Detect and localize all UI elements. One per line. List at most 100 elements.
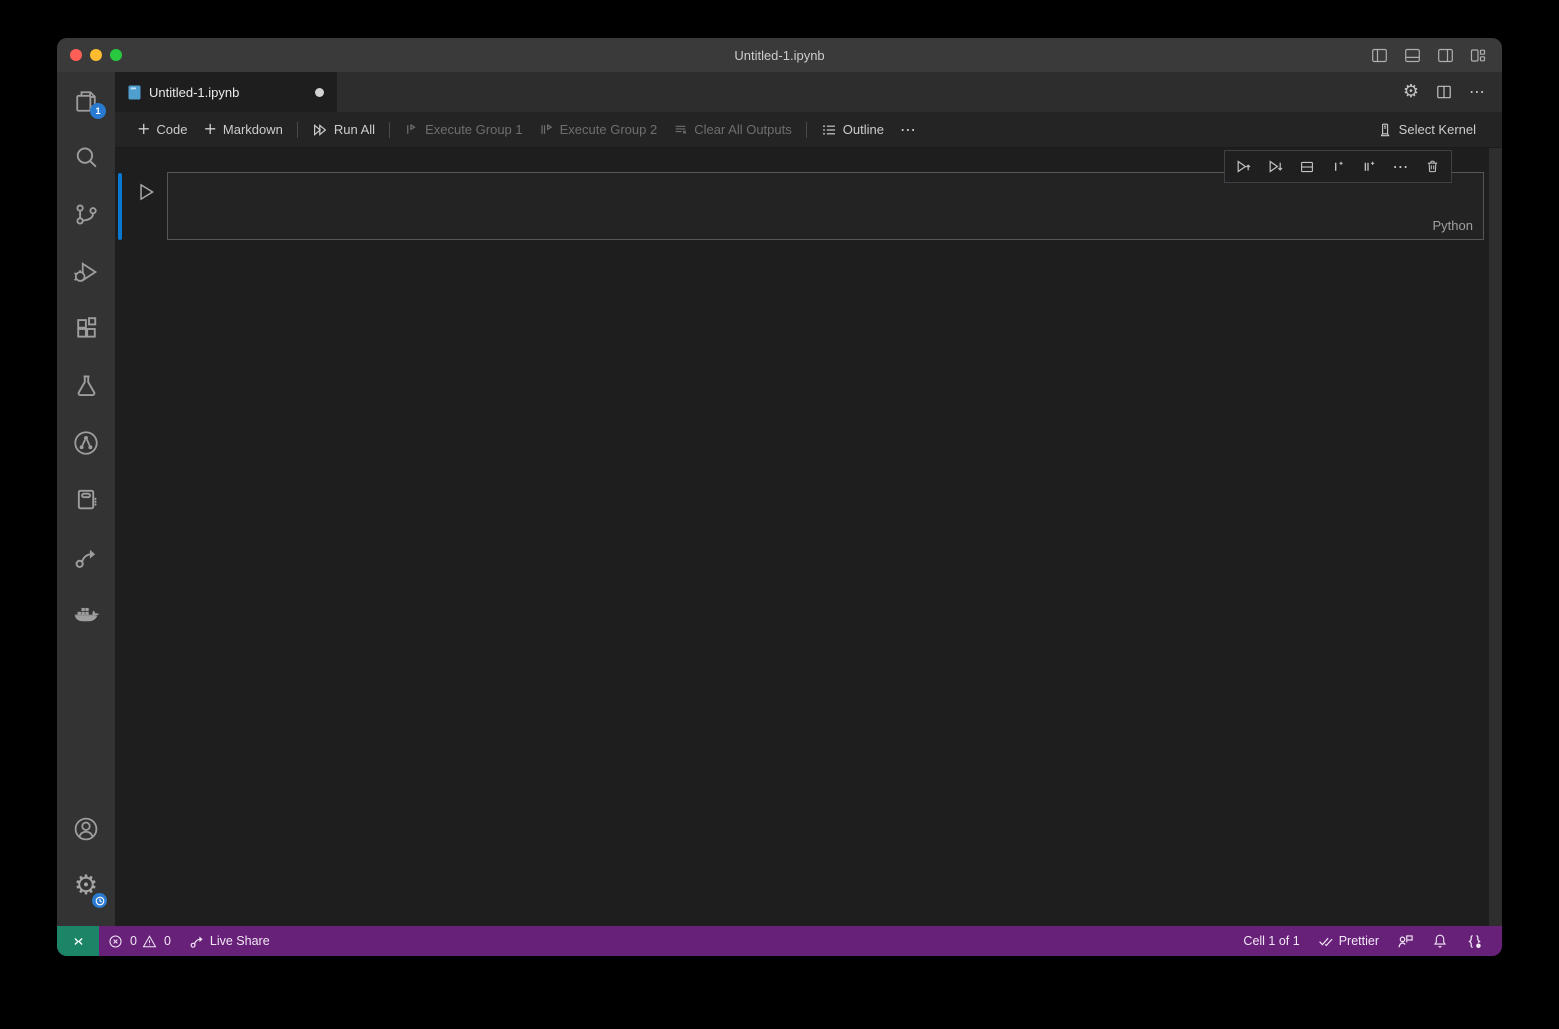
double-check-icon <box>1318 933 1334 949</box>
customize-layout-icon[interactable] <box>1470 48 1486 63</box>
extensions-icon <box>74 316 99 341</box>
toolbar-separator <box>806 122 807 138</box>
vscode-window: Untitled-1.ipynb 1 <box>57 38 1502 956</box>
select-kernel-button[interactable]: Select Kernel <box>1369 122 1484 138</box>
toolbar-more-button[interactable]: ⋯ <box>892 122 925 138</box>
plus-icon: + <box>203 121 216 137</box>
live-share-label: Live Share <box>210 934 270 948</box>
sidebar-item-live-share[interactable] <box>57 528 115 585</box>
sidebar-item-extensions[interactable] <box>57 300 115 357</box>
tab-label: Untitled-1.ipynb <box>149 85 239 100</box>
zoom-window-button[interactable] <box>110 49 122 61</box>
modified-dot-icon[interactable] <box>315 88 324 97</box>
execute-group-2-icon <box>539 122 554 137</box>
sidebar-item-search[interactable] <box>57 129 115 186</box>
account-icon <box>73 816 99 842</box>
sidebar-item-git-graph[interactable] <box>57 414 115 471</box>
sidebar-item-run-debug[interactable] <box>57 243 115 300</box>
clear-outputs-icon <box>673 122 688 137</box>
toolbar-separator <box>389 122 390 138</box>
activity-bar: 1 <box>57 72 115 926</box>
settings-clock-badge <box>92 893 107 908</box>
toolbar-separator <box>297 122 298 138</box>
warning-count: 0 <box>164 934 171 948</box>
toggle-secondary-sidebar-icon[interactable] <box>1437 48 1454 63</box>
problems-indicator[interactable]: 0 0 <box>99 934 180 949</box>
sidebar-item-explorer[interactable]: 1 <box>57 72 115 129</box>
remote-indicator[interactable] <box>57 926 99 956</box>
cell-language-picker[interactable]: Python <box>1433 218 1473 233</box>
run-all-button[interactable]: Run All <box>304 122 383 138</box>
explorer-badge: 1 <box>90 103 106 119</box>
cell-toolbar: ⋯ <box>1224 150 1452 183</box>
sidebar-item-settings[interactable]: ⚙ <box>57 857 115 914</box>
execute-group-1-button[interactable]: Execute Group 1 <box>396 122 531 137</box>
tab-untitled-1-ipynb[interactable]: Untitled-1.ipynb <box>115 72 337 112</box>
outline-button[interactable]: Outline <box>813 122 892 138</box>
plus-icon: + <box>137 121 150 137</box>
add-markdown-cell-button[interactable]: + Markdown <box>195 122 290 137</box>
insert-cell-above-icon[interactable] <box>1325 154 1351 180</box>
cell-position-indicator[interactable]: Cell 1 of 1 <box>1234 934 1308 948</box>
notebook-icon <box>74 487 99 512</box>
sidebar-item-testing[interactable] <box>57 357 115 414</box>
notebook-settings-gear-icon[interactable]: ⚙ <box>1403 83 1419 101</box>
toggle-primary-sidebar-icon[interactable] <box>1371 48 1388 63</box>
cell-more-actions-icon[interactable]: ⋯ <box>1388 154 1414 180</box>
sidebar-item-account[interactable] <box>57 800 115 857</box>
toggle-panel-icon[interactable] <box>1404 48 1421 63</box>
status-bar: 0 0 Live Share Cell 1 of 1 Prettier <box>57 926 1502 956</box>
add-markdown-label: Markdown <box>223 122 283 137</box>
run-cell-icon[interactable] <box>135 181 157 203</box>
add-code-label: Code <box>156 122 187 137</box>
execute-above-icon[interactable] <box>1231 154 1257 180</box>
title-bar: Untitled-1.ipynb <box>57 38 1502 72</box>
close-window-button[interactable] <box>70 49 82 61</box>
delete-cell-icon[interactable] <box>1420 154 1446 180</box>
git-graph-icon <box>73 430 99 456</box>
outline-label: Outline <box>843 122 884 137</box>
execute-group-1-icon <box>404 122 419 137</box>
clear-all-outputs-label: Clear All Outputs <box>694 122 792 137</box>
notifications-button[interactable] <box>1423 933 1457 949</box>
live-share-icon <box>189 933 205 949</box>
person-flag-icon <box>1397 933 1414 950</box>
live-share-status[interactable]: Live Share <box>180 933 279 949</box>
prettier-label: Prettier <box>1339 934 1379 948</box>
notebook-toolbar: + Code + Markdown Run All <box>115 112 1502 148</box>
run-all-label: Run All <box>334 122 375 137</box>
notebook-editor: ⋯ Python <box>115 148 1502 926</box>
add-code-cell-button[interactable]: + Code <box>129 122 195 137</box>
beaker-icon <box>74 373 99 398</box>
split-editor-icon[interactable] <box>1436 84 1452 100</box>
kernel-server-icon <box>1377 122 1393 138</box>
clear-all-outputs-button[interactable]: Clear All Outputs <box>665 122 800 137</box>
more-actions-icon[interactable]: ⋯ <box>1469 84 1486 100</box>
feedback-button[interactable] <box>1388 933 1423 950</box>
insert-cell-below-icon[interactable] <box>1357 154 1383 180</box>
share-arrow-icon <box>73 544 99 570</box>
window-title: Untitled-1.ipynb <box>734 48 824 63</box>
sidebar-item-docker[interactable] <box>57 585 115 642</box>
execute-group-1-label: Execute Group 1 <box>425 122 523 137</box>
remote-icon <box>71 934 86 949</box>
warning-icon <box>142 934 157 949</box>
outline-list-icon <box>821 122 837 138</box>
source-control-icon <box>74 202 99 227</box>
error-count: 0 <box>130 934 137 948</box>
scrollbar[interactable] <box>1489 148 1502 926</box>
cell-focus-indicator[interactable] <box>118 173 122 240</box>
minimize-window-button[interactable] <box>90 49 102 61</box>
execute-below-icon[interactable] <box>1262 154 1288 180</box>
ellipsis-icon: ⋯ <box>900 122 917 138</box>
bell-icon <box>1432 933 1448 949</box>
sidebar-item-source-control[interactable] <box>57 186 115 243</box>
search-icon <box>74 145 99 170</box>
execute-group-2-button[interactable]: Execute Group 2 <box>531 122 666 137</box>
run-all-icon <box>312 122 328 138</box>
language-status-button[interactable] <box>1457 933 1492 950</box>
prettier-status[interactable]: Prettier <box>1309 933 1388 949</box>
sidebar-item-notebook[interactable] <box>57 471 115 528</box>
split-cell-icon[interactable] <box>1294 154 1320 180</box>
docker-whale-icon <box>73 600 100 627</box>
